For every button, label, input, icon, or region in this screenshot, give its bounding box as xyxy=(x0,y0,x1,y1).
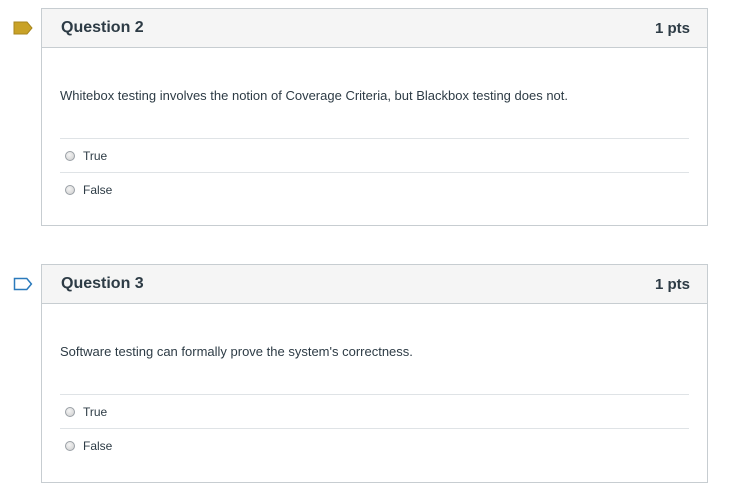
question-header: Question 2 1 pts xyxy=(42,9,707,48)
answer-option-false[interactable]: False xyxy=(60,173,689,207)
answer-label: False xyxy=(83,439,113,453)
radio-button[interactable] xyxy=(65,406,75,417)
question-points: 1 pts xyxy=(654,275,690,293)
answer-option-true[interactable]: True xyxy=(60,395,689,429)
answer-label: True xyxy=(83,404,108,419)
question-header: Question 3 1 pts xyxy=(42,265,707,304)
flag-icon-outline[interactable] xyxy=(13,277,33,291)
radio-button[interactable] xyxy=(65,150,75,161)
question-title: Question 3 xyxy=(61,275,144,292)
question-2: Question 2 1 pts Whitebox testing involv… xyxy=(41,8,708,226)
answer-option-true[interactable]: True xyxy=(60,139,689,173)
flag-icon-filled[interactable] xyxy=(13,21,33,35)
answer-label: True xyxy=(83,148,108,163)
question-3: Question 3 1 pts Software testing can fo… xyxy=(41,264,708,483)
answer-label: False xyxy=(83,183,113,197)
question-text: Software testing can formally prove the … xyxy=(60,304,689,395)
question-title: Question 2 xyxy=(61,19,144,36)
question-body: Software testing can formally prove the … xyxy=(42,304,707,463)
quiz-page: Question 2 1 pts Whitebox testing involv… xyxy=(0,0,742,494)
question-body: Whitebox testing involves the notion of … xyxy=(42,48,707,207)
radio-button[interactable] xyxy=(65,185,75,195)
question-text: Whitebox testing involves the notion of … xyxy=(60,48,689,139)
answer-option-false[interactable]: False xyxy=(60,429,689,463)
radio-button[interactable] xyxy=(65,441,75,451)
question-points: 1 pts xyxy=(654,19,690,37)
